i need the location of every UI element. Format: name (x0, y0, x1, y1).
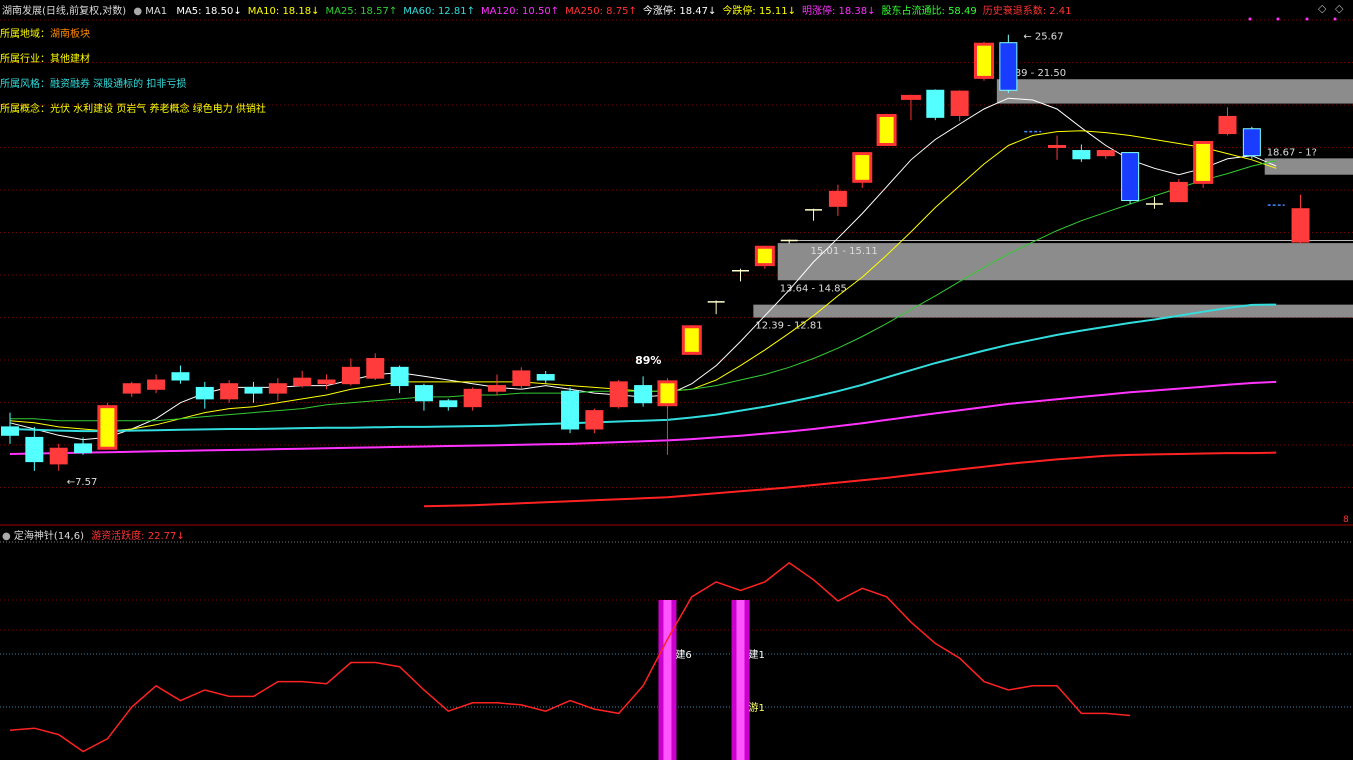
indicator-item: MA10: 18.18↓ (247, 6, 320, 17)
candle (488, 385, 506, 392)
signal-bar-core (663, 600, 672, 760)
indicator-item: 股东占流通比: 58.49 (881, 6, 977, 17)
candle (293, 377, 312, 387)
indicator-item: 历史衰退系数: 2.41 (982, 6, 1072, 17)
zone-label: 12.39 - 12.81 (755, 321, 822, 332)
signal-label: 建6 (675, 648, 691, 661)
corner-diamond-icon-2[interactable]: ◇ (1335, 2, 1343, 15)
candle (876, 113, 897, 146)
sub-metric-label: 游资活跃度: 22.77↓ (91, 531, 185, 542)
candle (1193, 140, 1214, 184)
candle (195, 386, 214, 400)
candle (1096, 150, 1115, 157)
indicator-item: MA25: 18.57↑ (325, 6, 398, 17)
candle (220, 383, 239, 400)
candle (585, 410, 604, 430)
candle (999, 42, 1018, 91)
candle (268, 383, 287, 394)
marker-dot (1333, 17, 1337, 21)
candle (463, 388, 482, 408)
indicator-item: 明涨停: 18.38↓ (801, 6, 876, 17)
indicator-item: MA120: 10.50↑ (480, 6, 560, 17)
candle (536, 374, 555, 381)
price-label: 89% (635, 354, 661, 367)
sub-settings-icon[interactable]: ● (2, 531, 11, 542)
candle (634, 385, 653, 404)
price-zone (1264, 158, 1353, 175)
marker-dot (1305, 17, 1309, 21)
candle (25, 436, 44, 463)
candle (1, 426, 19, 436)
info-concept: 所属概念：光伏 水利建设 页岩气 养老概念 绿色电力 供销社 (0, 104, 266, 115)
candle (852, 152, 873, 183)
ma1-settings-icon[interactable]: ● (133, 6, 142, 17)
corner-diamond-icon-1[interactable]: ◇ (1318, 2, 1326, 15)
candle (1291, 208, 1310, 243)
indicator-item: MA60: 12.81↑ (403, 6, 475, 17)
candle (926, 89, 945, 118)
sub-chart-header: ● 定海神针(14,6) 游资活跃度: 22.77↓ (2, 527, 185, 542)
price-zone (996, 79, 1353, 104)
ma-line-ma60 (9, 303, 1277, 433)
candle (171, 372, 190, 381)
price-zone (753, 304, 1353, 318)
indicator-item: 今跌停: 15.11↓ (722, 6, 796, 17)
candle (512, 370, 531, 387)
candle (657, 380, 678, 407)
price-label: ←7.57 (67, 477, 98, 488)
activity-line (9, 561, 1131, 753)
candle (122, 383, 141, 394)
candle (317, 379, 336, 385)
indicator-item: 今涨停: 18.47↓ (642, 6, 717, 17)
candle (366, 358, 385, 379)
signal-bar-core (736, 600, 745, 760)
candle (950, 90, 969, 116)
chart-header: 湖南发展(日线,前复权,对数) ● MA1 MA5: 18.50↓ MA10: 1… (2, 2, 1072, 17)
candle (244, 386, 263, 394)
candle (49, 447, 68, 465)
candle (754, 245, 775, 267)
candle (1048, 144, 1067, 148)
right-axis-tag: 8 (1343, 515, 1349, 525)
candle (1218, 115, 1237, 135)
candle (74, 443, 93, 454)
ma1-label[interactable]: MA1 (145, 6, 167, 17)
candle (439, 400, 458, 408)
info-style: 所属风格：融资融券 深股通标的 扣非亏损 (0, 79, 187, 90)
price-label: 15.01 - 15.11 (811, 246, 878, 257)
candle (1242, 128, 1261, 157)
info-industry: 所属行业：其他建材 (0, 54, 90, 65)
stock-title: 湖南发展(日线,前复权,对数) (2, 6, 127, 17)
signal-label: 游1 (749, 701, 765, 714)
candle (341, 366, 360, 385)
candle (609, 381, 628, 408)
indicator-values: MA5: 18.50↓ MA10: 18.18↓ MA25: 18.57↑ MA60:… (170, 6, 1071, 17)
zone-label: 18.67 - 1? (1267, 147, 1317, 158)
candle (390, 366, 409, 387)
candle (828, 190, 847, 207)
candle (681, 325, 702, 355)
candle (1169, 181, 1188, 203)
candle (97, 405, 118, 450)
ma-line-ma250 (423, 451, 1277, 508)
candle (147, 379, 166, 390)
price-label: ← 25.67 (1023, 32, 1063, 43)
candle (1121, 152, 1140, 202)
info-region: 所属地域：湖南板块 (0, 29, 90, 40)
candle (1072, 150, 1091, 160)
sub-chart-title[interactable]: 定海神针(14,6) (14, 531, 84, 542)
indicator-item: MA250: 8.75↑ (565, 6, 637, 17)
candle (974, 42, 994, 79)
indicator-item: MA5: 18.50↓ (176, 6, 242, 17)
marker-dot (1248, 17, 1252, 21)
marker-dot (1276, 17, 1280, 21)
candle (900, 94, 921, 100)
candle (414, 385, 433, 402)
signal-label: 建1 (749, 648, 765, 661)
candle (561, 390, 580, 430)
